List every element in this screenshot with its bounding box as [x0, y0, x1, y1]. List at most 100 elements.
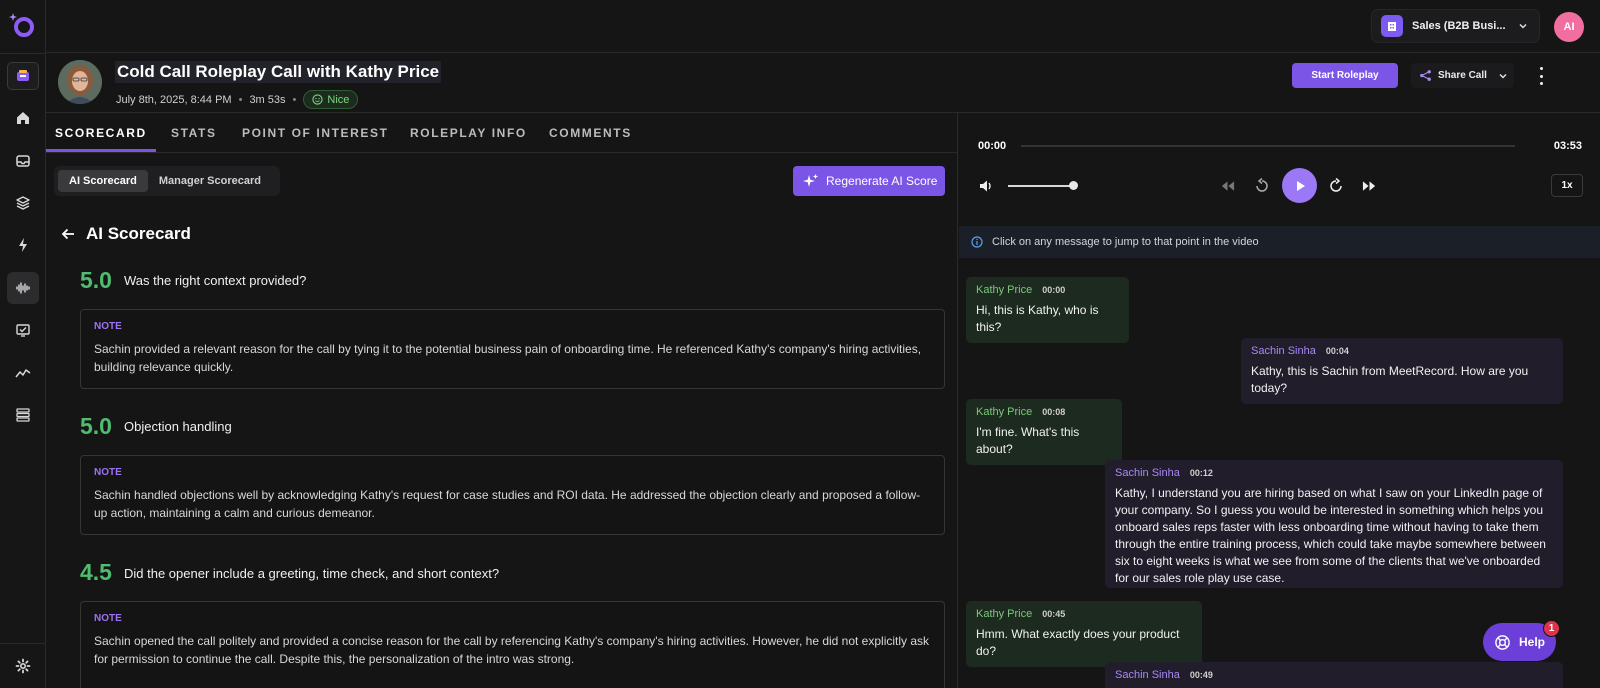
sidebar-item-analytics[interactable] — [7, 357, 39, 389]
more-options-icon[interactable] — [1538, 67, 1544, 85]
sidebar-item-settings[interactable] — [0, 643, 46, 688]
speaker-name: Kathy Price — [976, 608, 1033, 620]
sidebar-item-lightning[interactable] — [7, 229, 39, 261]
smiley-icon — [312, 94, 324, 105]
sentiment-label: Nice — [327, 93, 350, 106]
info-text: Click on any message to jump to that poi… — [992, 236, 1259, 248]
inbox-icon — [16, 155, 30, 167]
sidebar-item-layers[interactable] — [7, 187, 39, 219]
tab-roleplay-info[interactable]: ROLEPLAY INFO — [410, 126, 527, 140]
building-icon — [1381, 15, 1403, 37]
call-title: Cold Call Roleplay Call with Kathy Price — [115, 61, 442, 83]
total-time: 03:53 — [1553, 140, 1582, 152]
tab-bar: SCORECARD STATS POINT OF INTEREST ROLEPL… — [46, 113, 957, 153]
fast-forward-icon[interactable] — [1362, 179, 1377, 193]
note-label: NOTE — [94, 321, 122, 332]
note-text: Sachin provided a relevant reason for th… — [94, 342, 922, 374]
rewind-icon[interactable] — [1220, 179, 1235, 193]
message-text: Hmm. What exactly does your product do? — [976, 627, 1180, 658]
regenerate-label: Regenerate AI Score — [826, 174, 938, 188]
criterion-score: 5.0 — [80, 413, 112, 439]
workspace-selector[interactable]: Sales (B2B Busi... — [1371, 9, 1540, 43]
play-icon — [1296, 180, 1305, 191]
contact-avatar — [58, 60, 102, 104]
share-call-button[interactable]: Share Call — [1411, 63, 1514, 88]
tab-comments[interactable]: COMMENTS — [549, 126, 632, 140]
playback-progress-bar[interactable] — [1021, 145, 1515, 147]
player-controls: 1x — [959, 168, 1600, 204]
chevron-down-icon — [1519, 23, 1527, 29]
call-duration: 3m 53s — [249, 93, 286, 106]
note-label: NOTE — [94, 613, 122, 624]
sidebar-item-home[interactable] — [7, 102, 39, 134]
message-text: I'm fine. What's this about? — [976, 425, 1080, 456]
speaker-name: Kathy Price — [976, 284, 1033, 296]
message-time: 00:12 — [1189, 468, 1213, 478]
transcript-message[interactable]: Kathy Price 00:08 I'm fine. What's this a… — [966, 399, 1122, 465]
sidebar-item-calls[interactable] — [7, 272, 39, 304]
home-icon — [17, 112, 29, 124]
playback-speed-button[interactable]: 1x — [1551, 174, 1583, 197]
regenerate-ai-score-button[interactable]: Regenerate AI Score — [793, 166, 945, 196]
stack-list-icon — [16, 408, 30, 422]
message-time: 00:08 — [1042, 407, 1066, 417]
meta-separator: • — [292, 93, 297, 106]
volume-slider-handle[interactable] — [1069, 181, 1078, 190]
transcript-message[interactable]: Kathy Price 00:45 Hmm. What exactly does … — [966, 601, 1202, 667]
tab-stats[interactable]: STATS — [171, 126, 217, 140]
transcript-info-banner: Click on any message to jump to that poi… — [959, 226, 1600, 258]
message-text: Kathy, this is Sachin from MeetRecord. H… — [1251, 364, 1529, 395]
back-arrow-icon[interactable] — [60, 226, 76, 242]
criterion-score: 5.0 — [80, 267, 112, 293]
message-time: 00:49 — [1189, 670, 1213, 680]
speaker-name: Sachin Sinha — [1115, 467, 1180, 479]
gear-icon — [15, 658, 31, 674]
transcript-message[interactable]: Kathy Price 00:00 Hi, this is Kathy, who … — [966, 277, 1129, 343]
manager-scorecard-tab[interactable]: Manager Scorecard — [148, 170, 272, 192]
help-label: Help — [1519, 635, 1546, 649]
sparkles-icon — [803, 174, 818, 187]
message-time: 00:04 — [1325, 346, 1349, 356]
user-avatar[interactable]: AI — [1554, 12, 1584, 42]
transcript-message[interactable]: Sachin Sinha 00:12 Kathy, I understand yo… — [1105, 460, 1563, 588]
ai-scorecard-tab[interactable]: AI Scorecard — [58, 170, 148, 192]
skip-back-icon[interactable] — [1253, 177, 1271, 195]
sidebar — [0, 0, 46, 688]
message-text: Kathy, I understand you are hiring based… — [1115, 486, 1546, 585]
criterion-score: 4.5 — [80, 559, 112, 585]
tab-scorecard[interactable]: SCORECARD — [55, 126, 147, 140]
app-tile-icon — [17, 70, 29, 81]
chevron-down-icon — [1499, 73, 1507, 79]
sidebar-item-library[interactable] — [7, 399, 39, 431]
volume-slider-track[interactable] — [1008, 185, 1074, 187]
scorecard-title: AI Scorecard — [86, 224, 191, 243]
speaker-name: Kathy Price — [976, 406, 1033, 418]
note-text: Sachin handled objections well by acknow… — [94, 488, 921, 520]
play-button[interactable] — [1282, 168, 1317, 203]
presentation-check-icon — [16, 324, 30, 337]
sidebar-item-inbox[interactable] — [7, 145, 39, 177]
tab-point-of-interest[interactable]: POINT OF INTEREST — [242, 126, 389, 140]
sidebar-app-switcher[interactable] — [7, 62, 39, 90]
volume-icon[interactable] — [978, 178, 994, 194]
lightning-icon — [19, 238, 27, 252]
sidebar-divider — [0, 53, 46, 54]
top-bar: Sales (B2B Busi... AI — [46, 0, 1600, 53]
soundwave-icon — [16, 282, 30, 294]
speaker-name: Sachin Sinha — [1115, 669, 1180, 681]
message-time: 00:00 — [1042, 285, 1066, 295]
trend-line-icon — [15, 369, 31, 378]
transcript-message[interactable]: Sachin Sinha 00:49 — [1105, 662, 1563, 688]
sidebar-item-presentations[interactable] — [7, 314, 39, 346]
criterion-note: NOTE Sachin opened the call politely and… — [80, 601, 945, 688]
layers-icon — [16, 196, 30, 210]
help-notification-badge: 1 — [1543, 620, 1560, 637]
active-tab-indicator — [46, 149, 156, 152]
start-roleplay-button[interactable]: Start Roleplay — [1292, 63, 1398, 88]
message-text: Hi, this is Kathy, who is this? — [976, 303, 1099, 334]
skip-forward-icon[interactable] — [1327, 177, 1345, 195]
transcript-message[interactable]: Sachin Sinha 00:04 Kathy, this is Sachin … — [1241, 338, 1563, 404]
app-logo[interactable] — [8, 10, 38, 40]
info-icon — [971, 236, 983, 248]
scorecard-panel: SCORECARD STATS POINT OF INTEREST ROLEPL… — [46, 113, 958, 688]
